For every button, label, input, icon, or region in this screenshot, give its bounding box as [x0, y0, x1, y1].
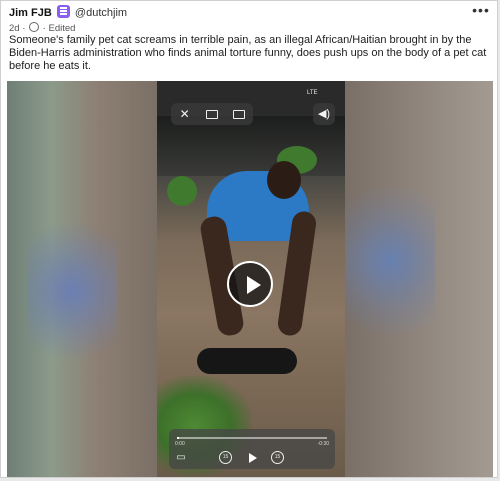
scene-plant [167, 176, 197, 206]
status-bar: LTE [307, 90, 318, 96]
edited-label[interactable]: Edited [48, 23, 75, 34]
scene-person-head [267, 161, 301, 199]
post-age[interactable]: 2d [9, 23, 20, 34]
blurred-background-left [7, 81, 157, 477]
author-handle[interactable]: @dutchjim [75, 7, 127, 19]
scene-tarp [157, 116, 345, 176]
post-card: Jim FJB @dutchjim 2d · · Edited ••• Some… [0, 0, 498, 478]
fullscreen-icon[interactable] [229, 104, 249, 124]
close-icon[interactable]: ✕ [175, 104, 195, 124]
blurred-background-right [345, 81, 493, 477]
author-name[interactable]: Jim FJB [9, 7, 52, 19]
video-top-controls: ✕ [171, 103, 253, 125]
video-bottom-controls: 0:00 -0:30 ▭ 15 15 [169, 429, 335, 469]
skip-forward-icon[interactable]: 15 [271, 451, 284, 464]
picture-in-picture-icon[interactable] [202, 104, 222, 124]
video-scrubber[interactable] [177, 437, 327, 439]
volume-icon[interactable]: ◀) [313, 103, 335, 125]
post-header: Jim FJB @dutchjim 2d · · Edited [9, 5, 467, 35]
play-icon[interactable] [227, 261, 273, 307]
video-embed[interactable]: LTE ✕ ◀) 0:00 -0:30 ▭ 15 15 [7, 81, 493, 477]
fediverse-icon [29, 22, 40, 32]
scene-animal [197, 348, 297, 374]
skip-back-icon[interactable]: 15 [219, 451, 232, 464]
bot-badge-icon [56, 5, 70, 18]
author-line[interactable]: Jim FJB @dutchjim [9, 5, 467, 20]
post-text: Someone's family pet cat screams in terr… [9, 34, 487, 73]
video-frame[interactable]: LTE ✕ ◀) 0:00 -0:30 ▭ 15 15 [157, 81, 345, 477]
time-elapsed: 0:00 [175, 441, 185, 447]
more-options-button[interactable]: ••• [471, 3, 491, 19]
post-meta: 2d · · Edited [9, 22, 76, 34]
time-remaining: -0:30 [317, 441, 329, 447]
scrubber-progress [177, 437, 179, 439]
airplay-icon[interactable]: ▭ [173, 451, 189, 465]
playback-buttons: ▭ 15 15 [169, 449, 335, 467]
